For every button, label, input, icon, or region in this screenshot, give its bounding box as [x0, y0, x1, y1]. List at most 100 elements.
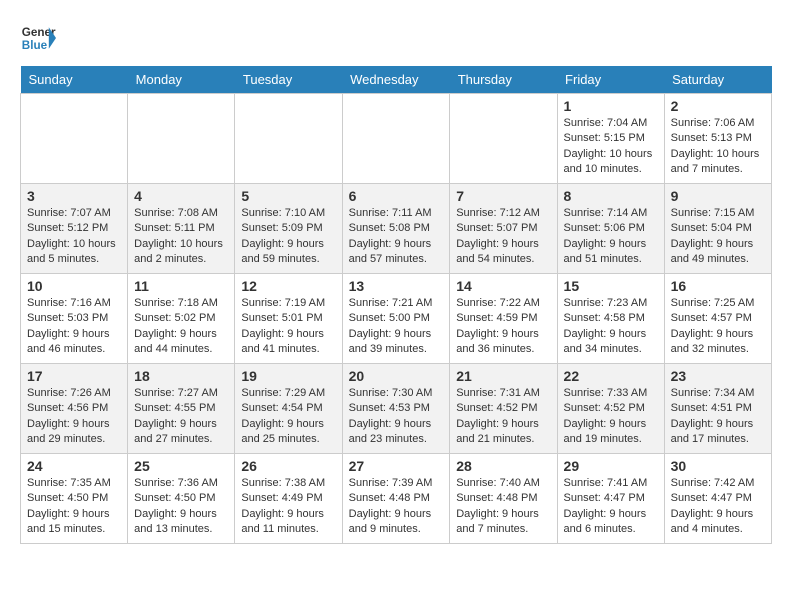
day-number: 19 [241, 368, 335, 384]
calendar-cell: 22 Sunrise: 7:33 AM Sunset: 4:52 PM Dayli… [557, 364, 664, 454]
calendar-cell: 23 Sunrise: 7:34 AM Sunset: 4:51 PM Dayli… [664, 364, 771, 454]
calendar-cell: 16Sunrise: 7:25 AM Sunset: 4:57 PM Dayli… [664, 274, 771, 364]
calendar-cell: 15 Sunrise: 7:23 AM Sunset: 4:58 PM Dayli… [557, 274, 664, 364]
day-info: Sunrise: 7:29 AM Sunset: 4:54 PM Dayligh… [241, 386, 335, 448]
calendar-cell: 21Sunrise: 7:31 AM Sunset: 4:52 PM Dayli… [450, 364, 557, 454]
calendar-cell: 4 Sunrise: 7:08 AM Sunset: 5:11 PM Daylig… [128, 184, 235, 274]
calendar-cell [128, 94, 235, 184]
day-number: 2 [671, 98, 765, 114]
calendar-table: SundayMondayTuesdayWednesdayThursdayFrid… [20, 66, 772, 544]
day-number: 21 [456, 368, 550, 384]
svg-text:Blue: Blue [22, 39, 48, 52]
day-info: Sunrise: 7:06 AM Sunset: 5:13 PM Dayligh… [671, 116, 765, 178]
day-info: Sunrise: 7:14 AM Sunset: 5:06 PM Dayligh… [564, 206, 658, 268]
day-number: 4 [134, 188, 228, 204]
calendar-week-2: 3 Sunrise: 7:07 AM Sunset: 5:12 PM Daylig… [21, 184, 772, 274]
weekday-header-tuesday: Tuesday [235, 66, 342, 94]
day-number: 9 [671, 188, 765, 204]
day-info: Sunrise: 7:19 AM Sunset: 5:01 PM Dayligh… [241, 296, 335, 358]
calendar-cell: 25Sunrise: 7:36 AM Sunset: 4:50 PM Dayli… [128, 454, 235, 544]
calendar-cell: 5 Sunrise: 7:10 AM Sunset: 5:09 PM Daylig… [235, 184, 342, 274]
day-number: 30 [671, 458, 765, 474]
calendar-cell: 14 Sunrise: 7:22 AM Sunset: 4:59 PM Dayli… [450, 274, 557, 364]
day-number: 20 [349, 368, 444, 384]
calendar-cell: 12 Sunrise: 7:19 AM Sunset: 5:01 PM Dayli… [235, 274, 342, 364]
calendar-cell: 1 Sunrise: 7:04 AM Sunset: 5:15 PM Daylig… [557, 94, 664, 184]
day-info: Sunrise: 7:04 AM Sunset: 5:15 PM Dayligh… [564, 116, 658, 178]
day-info: Sunrise: 7:21 AM Sunset: 5:00 PM Dayligh… [349, 296, 444, 358]
calendar-cell: 29 Sunrise: 7:41 AM Sunset: 4:47 PM Dayli… [557, 454, 664, 544]
day-info: Sunrise: 7:15 AM Sunset: 5:04 PM Dayligh… [671, 206, 765, 268]
day-number: 3 [27, 188, 121, 204]
day-info: Sunrise: 7:16 AM Sunset: 5:03 PM Dayligh… [27, 296, 121, 358]
day-info: Sunrise: 7:30 AM Sunset: 4:53 PM Dayligh… [349, 386, 444, 448]
calendar-cell: 7 Sunrise: 7:12 AM Sunset: 5:07 PM Daylig… [450, 184, 557, 274]
calendar-cell [21, 94, 128, 184]
weekday-header-thursday: Thursday [450, 66, 557, 94]
calendar-cell: 9 Sunrise: 7:15 AM Sunset: 5:04 PM Daylig… [664, 184, 771, 274]
day-info: Sunrise: 7:33 AM Sunset: 4:52 PM Dayligh… [564, 386, 658, 448]
day-number: 1 [564, 98, 658, 114]
day-number: 7 [456, 188, 550, 204]
day-number: 18 [134, 368, 228, 384]
weekday-header-saturday: Saturday [664, 66, 771, 94]
day-info: Sunrise: 7:11 AM Sunset: 5:08 PM Dayligh… [349, 206, 444, 268]
logo: General Blue [20, 20, 56, 56]
weekday-header-monday: Monday [128, 66, 235, 94]
day-number: 17 [27, 368, 121, 384]
day-info: Sunrise: 7:08 AM Sunset: 5:11 PM Dayligh… [134, 206, 228, 268]
day-number: 23 [671, 368, 765, 384]
calendar-cell: 20 Sunrise: 7:30 AM Sunset: 4:53 PM Dayli… [342, 364, 450, 454]
day-number: 12 [241, 278, 335, 294]
day-info: Sunrise: 7:36 AM Sunset: 4:50 PM Dayligh… [134, 476, 228, 538]
calendar-week-5: 24Sunrise: 7:35 AM Sunset: 4:50 PM Dayli… [21, 454, 772, 544]
calendar-cell [342, 94, 450, 184]
calendar-cell: 2 Sunrise: 7:06 AM Sunset: 5:13 PM Daylig… [664, 94, 771, 184]
day-info: Sunrise: 7:38 AM Sunset: 4:49 PM Dayligh… [241, 476, 335, 538]
calendar-cell: 6 Sunrise: 7:11 AM Sunset: 5:08 PM Daylig… [342, 184, 450, 274]
day-number: 5 [241, 188, 335, 204]
day-info: Sunrise: 7:35 AM Sunset: 4:50 PM Dayligh… [27, 476, 121, 538]
day-info: Sunrise: 7:41 AM Sunset: 4:47 PM Dayligh… [564, 476, 658, 538]
day-number: 14 [456, 278, 550, 294]
calendar-cell [235, 94, 342, 184]
day-number: 15 [564, 278, 658, 294]
day-info: Sunrise: 7:23 AM Sunset: 4:58 PM Dayligh… [564, 296, 658, 358]
day-info: Sunrise: 7:10 AM Sunset: 5:09 PM Dayligh… [241, 206, 335, 268]
weekday-header-sunday: Sunday [21, 66, 128, 94]
day-info: Sunrise: 7:07 AM Sunset: 5:12 PM Dayligh… [27, 206, 121, 268]
day-info: Sunrise: 7:39 AM Sunset: 4:48 PM Dayligh… [349, 476, 444, 538]
day-info: Sunrise: 7:12 AM Sunset: 5:07 PM Dayligh… [456, 206, 550, 268]
day-number: 29 [564, 458, 658, 474]
calendar-cell: 17 Sunrise: 7:26 AM Sunset: 4:56 PM Dayli… [21, 364, 128, 454]
day-info: Sunrise: 7:40 AM Sunset: 4:48 PM Dayligh… [456, 476, 550, 538]
calendar-cell: 3 Sunrise: 7:07 AM Sunset: 5:12 PM Daylig… [21, 184, 128, 274]
day-info: Sunrise: 7:18 AM Sunset: 5:02 PM Dayligh… [134, 296, 228, 358]
logo-icon: General Blue [20, 20, 56, 56]
calendar-cell: 10Sunrise: 7:16 AM Sunset: 5:03 PM Dayli… [21, 274, 128, 364]
day-number: 8 [564, 188, 658, 204]
day-info: Sunrise: 7:25 AM Sunset: 4:57 PM Dayligh… [671, 296, 765, 358]
calendar-cell: 19 Sunrise: 7:29 AM Sunset: 4:54 PM Dayli… [235, 364, 342, 454]
calendar-cell: 30 Sunrise: 7:42 AM Sunset: 4:47 PM Dayli… [664, 454, 771, 544]
day-info: Sunrise: 7:26 AM Sunset: 4:56 PM Dayligh… [27, 386, 121, 448]
calendar-cell: 11Sunrise: 7:18 AM Sunset: 5:02 PM Dayli… [128, 274, 235, 364]
calendar-week-4: 17 Sunrise: 7:26 AM Sunset: 4:56 PM Dayli… [21, 364, 772, 454]
day-info: Sunrise: 7:22 AM Sunset: 4:59 PM Dayligh… [456, 296, 550, 358]
day-number: 22 [564, 368, 658, 384]
day-info: Sunrise: 7:42 AM Sunset: 4:47 PM Dayligh… [671, 476, 765, 538]
calendar-cell: 24Sunrise: 7:35 AM Sunset: 4:50 PM Dayli… [21, 454, 128, 544]
weekday-header-row: SundayMondayTuesdayWednesdayThursdayFrid… [21, 66, 772, 94]
day-number: 26 [241, 458, 335, 474]
calendar-cell [450, 94, 557, 184]
page-header: General Blue [20, 20, 772, 56]
weekday-header-wednesday: Wednesday [342, 66, 450, 94]
day-info: Sunrise: 7:34 AM Sunset: 4:51 PM Dayligh… [671, 386, 765, 448]
calendar-cell: 28 Sunrise: 7:40 AM Sunset: 4:48 PM Dayli… [450, 454, 557, 544]
calendar-cell: 18Sunrise: 7:27 AM Sunset: 4:55 PM Dayli… [128, 364, 235, 454]
day-number: 28 [456, 458, 550, 474]
calendar-cell: 8 Sunrise: 7:14 AM Sunset: 5:06 PM Daylig… [557, 184, 664, 274]
day-number: 6 [349, 188, 444, 204]
calendar-week-3: 10Sunrise: 7:16 AM Sunset: 5:03 PM Dayli… [21, 274, 772, 364]
calendar-week-1: 1 Sunrise: 7:04 AM Sunset: 5:15 PM Daylig… [21, 94, 772, 184]
